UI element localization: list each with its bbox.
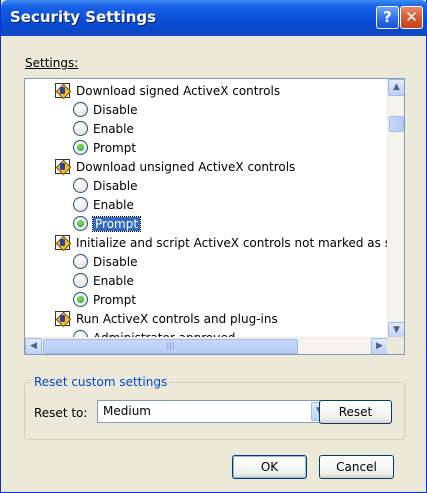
radio-button[interactable] [73,292,88,307]
settings-category: Download signed ActiveX controls [55,81,280,100]
vertical-scroll-thumb[interactable] [389,116,404,132]
option-label: Enable [93,121,134,136]
option-label: Disable [93,254,138,269]
settings-option[interactable]: Disable [73,100,138,119]
shield-settings-icon [55,311,70,326]
shield-settings-icon [55,83,70,98]
option-label: Enable [93,197,134,212]
category-label: Download unsigned ActiveX controls [76,159,296,174]
shield-settings-icon [55,235,70,250]
reset-custom-settings-group: Reset custom settings Reset to: Medium ▼… [24,375,405,440]
reset-to-value: Medium [103,404,151,418]
option-label: Enable [93,273,134,288]
settings-option[interactable]: Prompt [73,214,142,233]
settings-option[interactable]: Prompt [73,138,136,157]
vertical-scrollbar[interactable]: ▲ ▼ [387,79,404,339]
reset-button[interactable]: Reset [319,400,392,424]
settings-listbox[interactable]: Download signed ActiveX controls Disable E… [24,78,405,355]
category-label: Download signed ActiveX controls [76,83,281,98]
horizontal-scrollbar[interactable]: ◀ ||| ▶ [25,337,388,354]
option-label: Disable [93,178,138,193]
settings-option[interactable]: Disable [73,176,138,195]
settings-label: Settings: [25,56,78,70]
settings-category: Run ActiveX controls and plug-ins [55,309,278,328]
radio-button[interactable] [73,197,88,212]
option-label: Prompt [91,215,142,232]
settings-label-text: Settings: [25,56,79,70]
settings-option[interactable]: Enable [73,195,134,214]
reset-to-combobox[interactable]: Medium ▼ [97,400,330,423]
cancel-button[interactable]: Cancel [319,455,394,479]
reset-to-label: Reset to: [34,406,88,420]
help-icon[interactable]: ? [376,6,399,29]
security-settings-dialog: Security Settings ? ✕ Settings: Download… [0,0,427,493]
radio-button[interactable] [73,178,88,193]
option-label: Disable [93,102,138,117]
radio-button[interactable] [73,102,88,117]
category-label: Initialize and script ActiveX controls n… [76,235,388,250]
settings-category: Initialize and script ActiveX controls n… [55,233,388,252]
category-label: Run ActiveX controls and plug-ins [76,311,278,326]
settings-option[interactable]: Disable [73,252,138,271]
option-label: Prompt [93,292,137,307]
radio-button[interactable] [73,140,88,155]
settings-category: Download unsigned ActiveX controls [55,157,295,176]
shield-settings-icon [55,159,70,174]
settings-list-content: Download signed ActiveX controls Disable E… [25,79,388,339]
close-icon[interactable]: ✕ [400,6,423,29]
radio-button[interactable] [73,216,88,231]
scroll-right-button[interactable]: ▶ [371,338,388,354]
ok-button[interactable]: OK [232,455,307,479]
reset-group-title: Reset custom settings [31,375,171,389]
horizontal-scroll-thumb[interactable]: ||| [43,339,298,354]
radio-button[interactable] [73,254,88,269]
settings-option[interactable]: Prompt [73,290,136,309]
settings-option[interactable]: Enable [73,119,134,138]
title-bar[interactable]: Security Settings ? ✕ [1,0,427,36]
settings-option[interactable]: Enable [73,271,134,290]
scroll-left-button[interactable]: ◀ [25,338,42,354]
window-title: Security Settings [10,8,157,26]
radio-button[interactable] [73,273,88,288]
scroll-up-button[interactable]: ▲ [388,79,404,96]
radio-button[interactable] [73,121,88,136]
scrollbar-corner [387,337,404,354]
option-label: Prompt [93,140,137,155]
